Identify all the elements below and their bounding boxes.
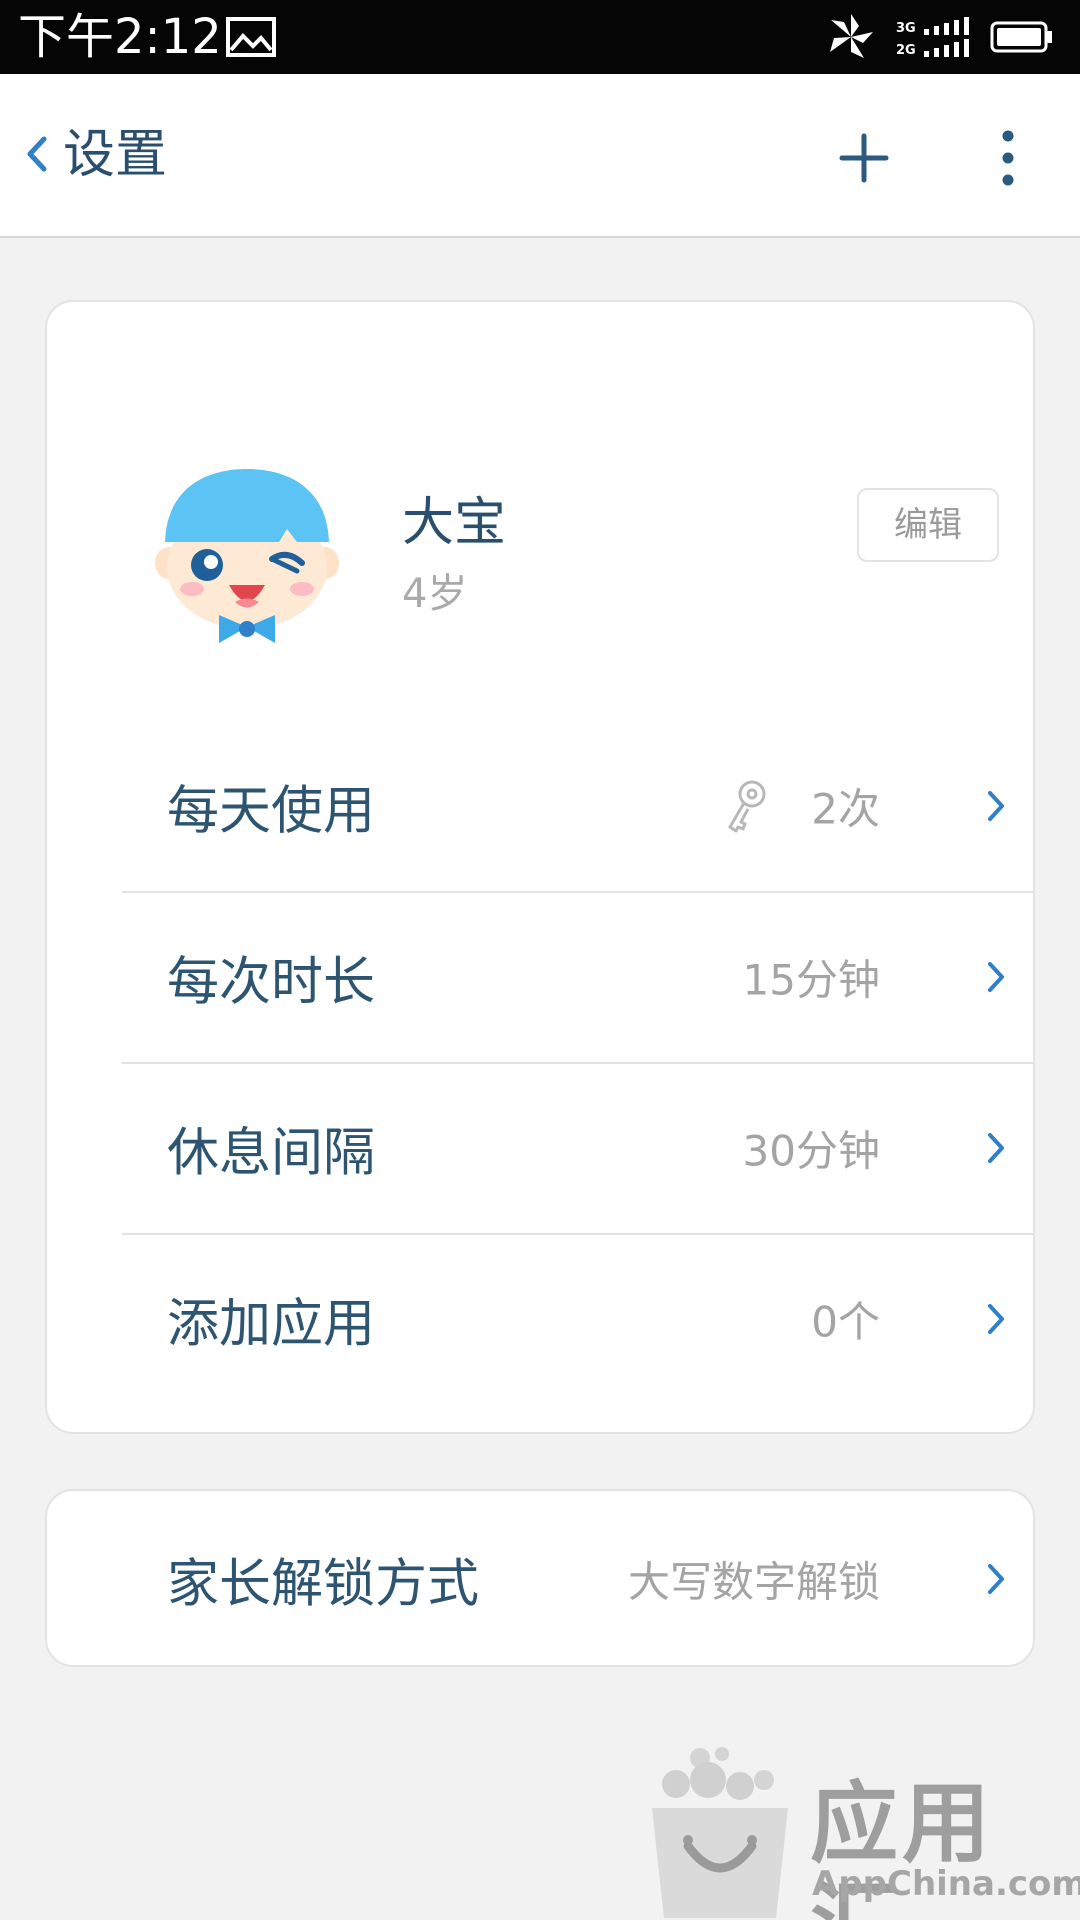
watermark-subtitle: AppChina.com: [812, 1864, 1080, 1904]
gallery-icon: [226, 17, 276, 57]
status-bar: 下午2:12 3G 2G: [0, 0, 1080, 74]
more-vertical-icon[interactable]: [990, 128, 1026, 188]
edit-button[interactable]: 编辑: [857, 488, 999, 562]
setting-row-session-length[interactable]: 每次时长 15分钟: [122, 892, 1035, 1062]
plus-icon[interactable]: [836, 130, 892, 186]
setting-row-add-apps[interactable]: 添加应用 0个: [122, 1234, 1035, 1404]
network-label-top: 3G: [896, 21, 916, 36]
network-label-bottom: 2G: [896, 43, 916, 58]
status-time: 下午2:12: [18, 9, 222, 65]
child-age: 4岁: [402, 571, 468, 617]
chevron-right-icon: [988, 1133, 1004, 1163]
appchina-watermark: 应用汇 AppChina.com: [640, 1740, 1080, 1920]
page-title: 设置: [63, 125, 168, 185]
shopping-bag-logo-icon: [652, 1747, 788, 1918]
setting-label: 家长解锁方式: [167, 1554, 480, 1615]
chevron-right-icon: [988, 1304, 1004, 1334]
back-chevron-icon[interactable]: [16, 129, 56, 179]
app-header: 设置: [0, 74, 1080, 238]
unlock-card: 家长解锁方式 大写数字解锁: [45, 1489, 1035, 1667]
setting-row-parent-unlock[interactable]: 家长解锁方式 大写数字解锁: [122, 1494, 1035, 1664]
signal-icon: 3G 2G: [896, 17, 969, 58]
setting-label: 添加应用: [167, 1294, 376, 1355]
setting-label: 休息间隔: [167, 1123, 376, 1184]
avatar: [155, 469, 339, 643]
setting-value: 30分钟: [742, 1126, 880, 1176]
setting-label: 每次时长: [167, 952, 376, 1013]
setting-value: 0个: [811, 1297, 880, 1347]
setting-label: 每天使用: [167, 781, 376, 842]
chevron-right-icon: [988, 1564, 1004, 1594]
child-name: 大宝: [402, 493, 507, 553]
setting-value: 2次: [811, 784, 880, 834]
setting-value: 15分钟: [742, 955, 880, 1005]
setting-row-daily-usage[interactable]: 每天使用 2次: [122, 721, 1035, 891]
setting-value: 大写数字解锁: [627, 1557, 880, 1607]
chevron-right-icon: [988, 791, 1004, 821]
chevron-right-icon: [988, 962, 1004, 992]
setting-row-rest-interval[interactable]: 休息间隔 30分钟: [122, 1063, 1035, 1233]
pinwheel-icon: [830, 14, 873, 58]
profile-card: 大宝 4岁 编辑 每天使用 2次 每次时长 15分钟 休息间隔 30分钟 添加应: [45, 300, 1035, 1434]
key-icon: [728, 780, 766, 833]
battery-icon: [990, 21, 1052, 53]
